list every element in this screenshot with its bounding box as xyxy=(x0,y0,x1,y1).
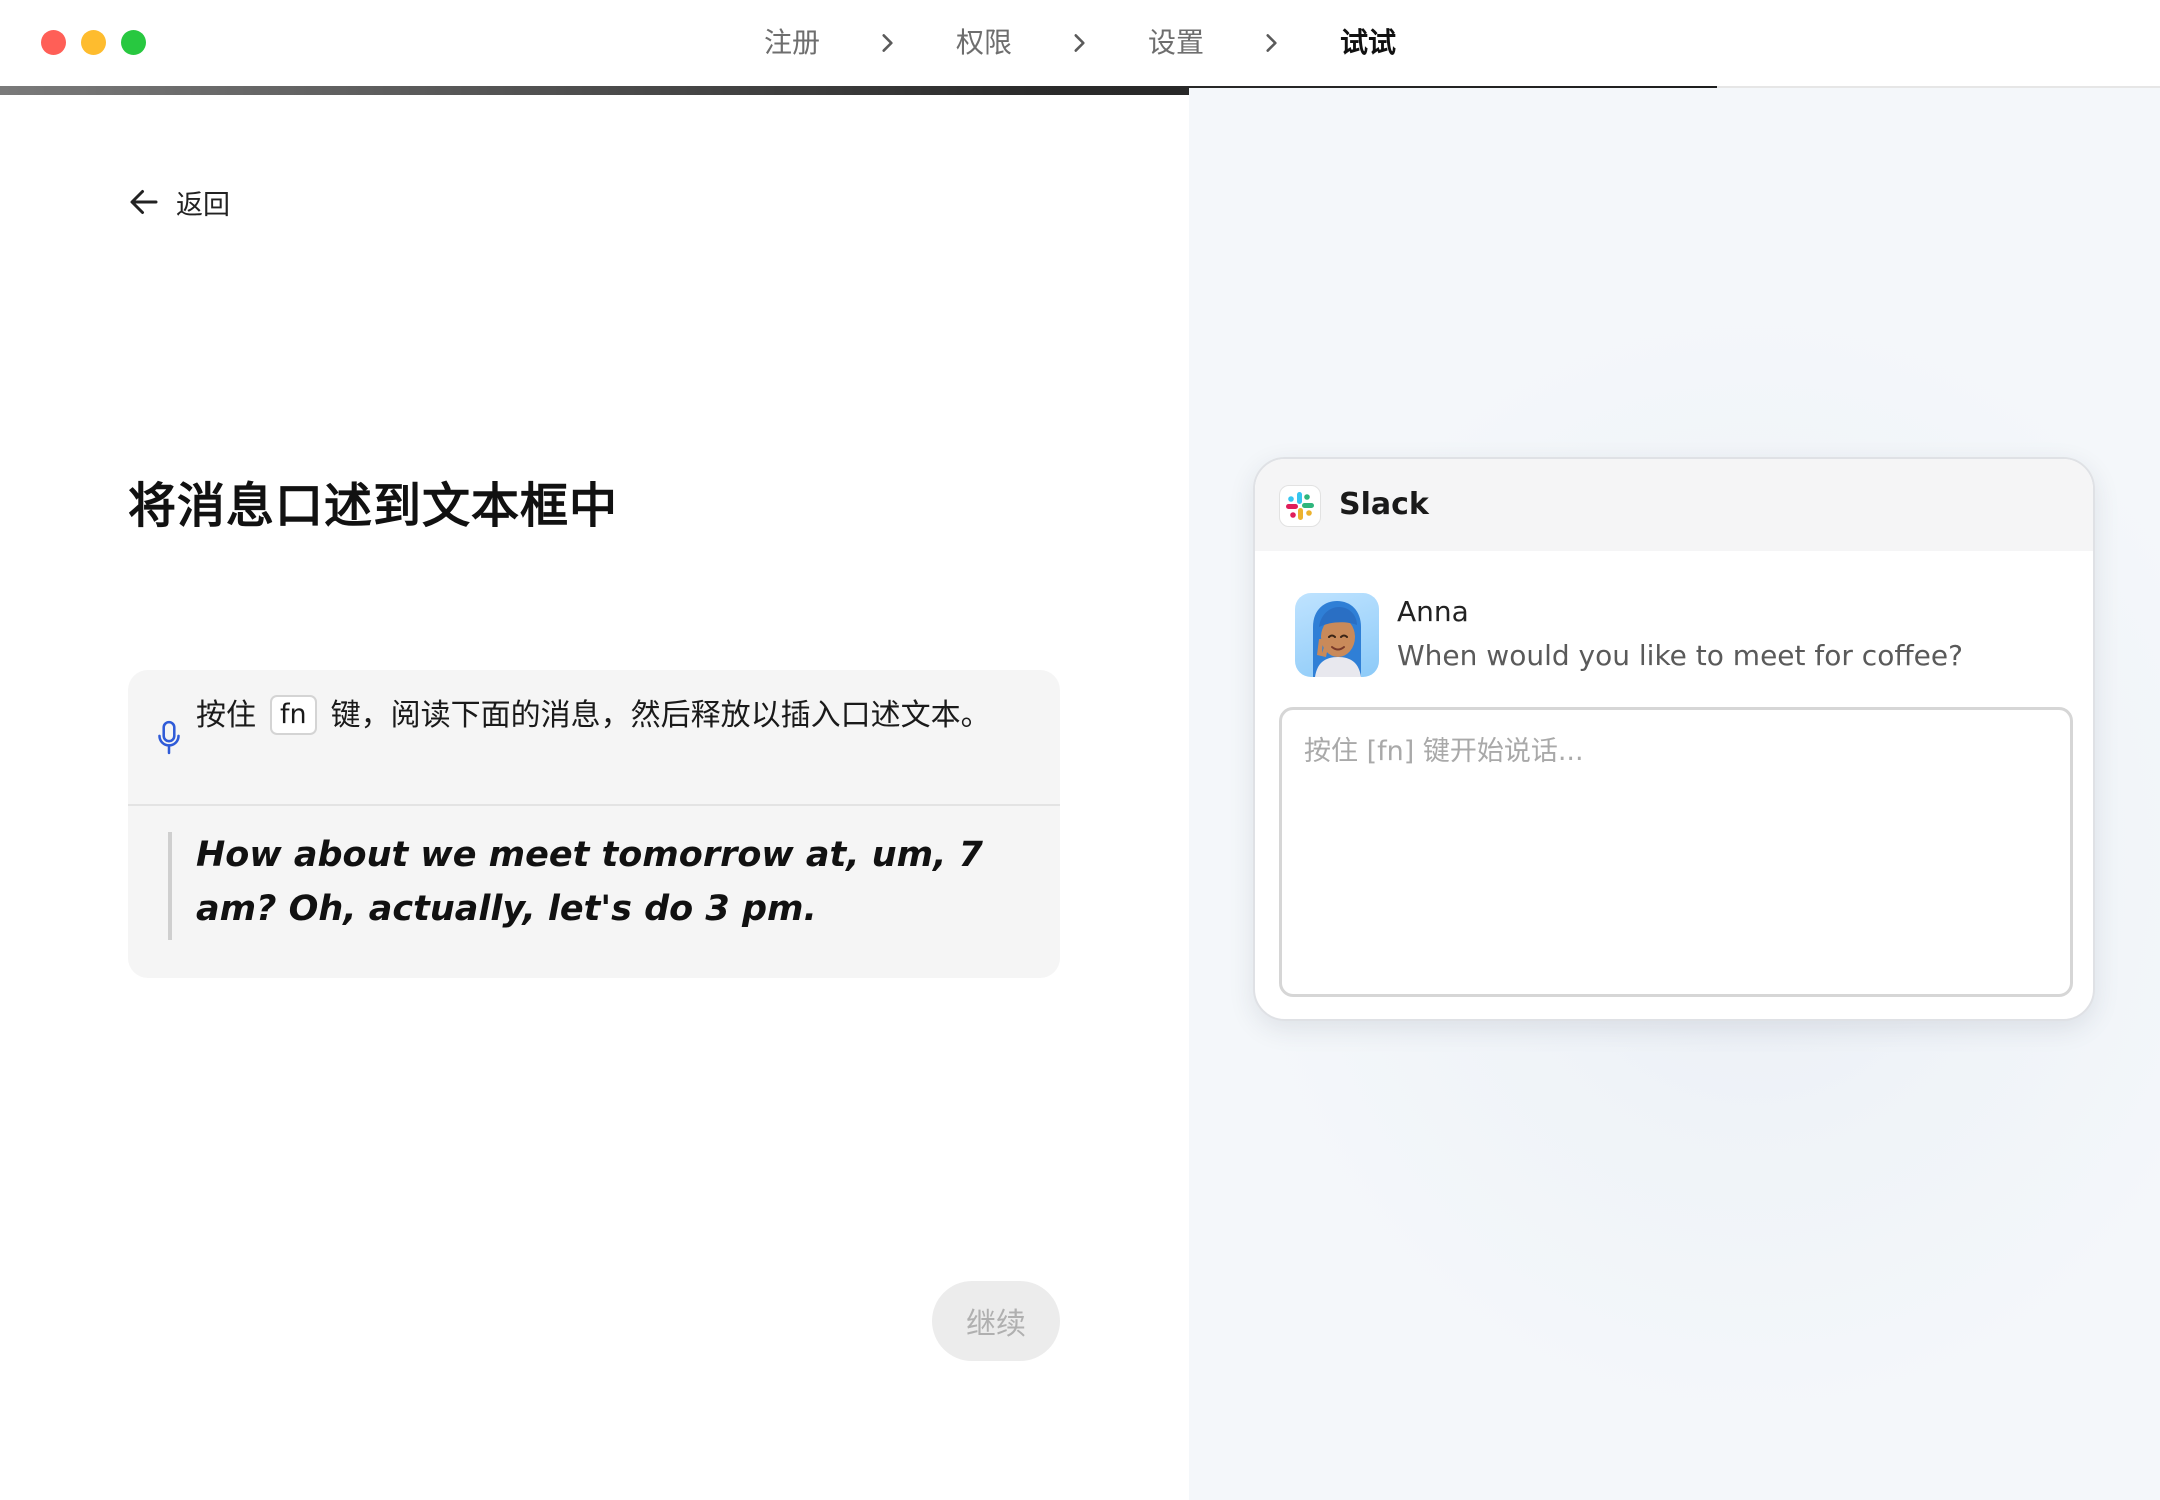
slack-header: Slack xyxy=(1255,459,2093,551)
quote-bar xyxy=(168,832,172,940)
instruction-prefix: 按住 xyxy=(196,698,256,733)
step-try-it: 试试 xyxy=(1340,26,1397,59)
message-text: When would you like to meet for coffee? xyxy=(1397,639,1963,672)
chevron-right-icon xyxy=(1074,34,1085,52)
arrow-left-icon xyxy=(130,190,158,214)
microphone-icon xyxy=(158,720,180,755)
page-title: 将消息口述到文本框中 xyxy=(128,478,619,534)
avatar xyxy=(1295,593,1379,677)
step-settings: 设置 xyxy=(1148,26,1205,59)
avatar-illustration-icon xyxy=(1313,601,1361,677)
fn-key-badge: fn xyxy=(270,695,317,735)
instruction-row: 按住 fn 键，阅读下面的消息，然后释放以插入口述文本。 xyxy=(128,670,1060,806)
instruction-suffix: 键，阅读下面的消息，然后释放以插入口述文本。 xyxy=(330,698,991,733)
step-permissions: 权限 xyxy=(956,26,1013,59)
back-button[interactable]: 返回 xyxy=(126,180,230,224)
back-label: 返回 xyxy=(176,189,230,221)
slack-app-name: Slack xyxy=(1339,487,1429,522)
slack-logo-icon xyxy=(1286,492,1314,520)
message-sender: Anna xyxy=(1397,595,1469,628)
title-bar: 注册 权限 设置 试试 xyxy=(0,0,2160,95)
step-signup: 注册 xyxy=(764,26,821,59)
reply-input[interactable] xyxy=(1279,707,2073,997)
chevron-right-icon xyxy=(882,34,893,52)
instruction-text: 按住 fn 键，阅读下面的消息，然后释放以插入口述文本。 xyxy=(196,694,1016,738)
continue-button[interactable]: 继续 xyxy=(932,1281,1060,1361)
slack-logo-icon xyxy=(1279,485,1321,527)
sample-message-quote: How about we meet tomorrow at, um, 7 am?… xyxy=(196,835,983,929)
instruction-card: 按住 fn 键，阅读下面的消息，然后释放以插入口述文本。 How about we … xyxy=(128,670,1060,978)
slack-preview-card: Slack Anna When would you like to meet f… xyxy=(1253,457,2095,1021)
onboarding-steps: 注册 权限 设置 试试 xyxy=(0,0,2160,88)
chevron-right-icon xyxy=(1266,34,1277,52)
